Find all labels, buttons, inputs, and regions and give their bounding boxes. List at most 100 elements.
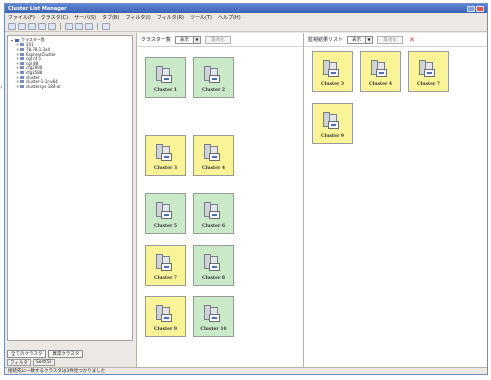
menu-server[interactable]: サーバ(S) — [74, 14, 96, 21]
status-text: 接続先に一致するクラスタは3件見つかりました — [8, 369, 106, 374]
server-icon — [204, 144, 223, 162]
title-bar: Cluster List Manager — [5, 4, 487, 13]
cluster-node-icon — [20, 43, 24, 47]
server-icon — [204, 305, 223, 323]
cluster-card[interactable]: Cluster 10 — [193, 296, 234, 337]
status-bar: 接続先に一致するクラスタは3件見つかりました — [5, 367, 487, 374]
cluster-list-panel: クラスター覧 表示 ▼ 最適化 Cluster 1 Cluster 2 Clus… — [137, 33, 304, 367]
menu-tab[interactable]: タブ(B) — [102, 14, 119, 21]
menu-filter[interactable]: フィルタ(I) — [125, 14, 150, 21]
cluster-card-label: Cluster 4 — [201, 166, 226, 171]
cluster-card[interactable]: Cluster 7 — [145, 245, 186, 286]
cluster-node-icon — [20, 84, 24, 88]
server-icon — [204, 66, 223, 84]
monitor-card[interactable]: Cluster 3 — [312, 51, 353, 92]
cluster-card[interactable]: Cluster 6 — [193, 193, 234, 234]
cluster-card[interactable]: Cluster 9 — [145, 296, 186, 337]
cluster-icon[interactable] — [8, 23, 16, 30]
cluster-card[interactable]: Cluster 1 — [145, 57, 186, 98]
server-icon — [371, 60, 390, 78]
menu-filter-2[interactable]: フィルタ(R) — [157, 14, 184, 21]
cluster-card[interactable]: Cluster 3 — [145, 135, 186, 176]
cluster-card[interactable]: Cluster 2 — [193, 57, 234, 98]
close-panel-icon[interactable]: ✕ — [409, 36, 415, 44]
toolbar — [5, 22, 487, 32]
tree-tabs: 全てのクラスタ 異常クラスタ — [7, 350, 84, 358]
minimize-button[interactable] — [467, 5, 475, 12]
filter-bar: フィルタ Sort(S) — [7, 359, 55, 366]
window-title: Cluster List Manager — [8, 5, 67, 12]
cluster-card[interactable]: Cluster 5 — [145, 193, 186, 234]
cluster-node-icon — [20, 61, 24, 65]
toolbar-separator — [60, 23, 61, 30]
cluster-view-dropdown[interactable]: 表示 ▼ — [174, 35, 201, 44]
monitor-result-title: 監視結果リスト — [308, 37, 344, 43]
remove-icon[interactable] — [38, 23, 46, 30]
cluster-list-title: クラスター覧 — [141, 37, 171, 43]
monitor-optimize-button[interactable]: 最適化 — [377, 35, 404, 44]
window-controls — [467, 5, 484, 12]
settings-icon[interactable] — [85, 23, 93, 30]
refresh-icon[interactable] — [48, 23, 56, 30]
cluster-list-header: クラスター覧 表示 ▼ 最適化 — [137, 33, 303, 47]
close-button[interactable] — [476, 5, 484, 12]
monitor-view-dropdown[interactable]: 表示 ▼ — [347, 35, 374, 44]
menu-file[interactable]: ファイル(F) — [8, 14, 35, 21]
cluster-node-icon — [20, 47, 24, 51]
cluster-card-label: Cluster 3 — [153, 166, 178, 171]
monitor-result-header: 監視結果リスト 表示 ▼ 最適化 ✕ — [304, 33, 487, 47]
cluster-card-label: Cluster 8 — [201, 276, 226, 281]
menu-cluster[interactable]: クラスタ(C) — [41, 14, 68, 21]
menu-bar: ファイル(F) クラスタ(C) サーバ(S) タブ(B) フィルタ(I) フィル… — [5, 13, 487, 22]
tree-item[interactable]: + clustersyv-184-ol — [11, 84, 129, 89]
add-icon[interactable] — [28, 23, 36, 30]
cluster-card-label: Cluster 7 — [153, 276, 178, 281]
cluster-card-label: Cluster 9 — [153, 327, 178, 332]
server-icon — [204, 202, 223, 220]
toolbar-separator — [97, 23, 98, 30]
monitor-card[interactable]: Cluster 9 — [312, 103, 353, 144]
server-icon — [156, 305, 175, 323]
chevron-down-icon[interactable]: ▼ — [365, 36, 373, 43]
network-icon[interactable] — [75, 23, 83, 30]
cluster-card-label: Cluster 1 — [153, 88, 178, 93]
cluster-node-icon — [20, 52, 24, 56]
connect-icon[interactable] — [65, 23, 73, 30]
sort-button[interactable]: Sort(S) — [32, 359, 55, 366]
server-icon — [156, 202, 175, 220]
cluster-card[interactable]: Cluster 8 — [193, 245, 234, 286]
chevron-down-icon[interactable]: ▼ — [192, 36, 200, 43]
filter-button[interactable]: フィルタ — [7, 359, 31, 366]
tree-pane: ▾ クラスター覧 +101 +78.78.1.3x4 + ExpressClust… — [5, 33, 137, 367]
main-window: Cluster List Manager ファイル(F) クラスタ(C) サーバ… — [4, 3, 488, 375]
cluster-node-icon — [20, 70, 24, 74]
cluster-tree[interactable]: ▾ クラスター覧 +101 +78.78.1.3x4 + ExpressClust… — [7, 35, 133, 341]
server-icon — [156, 144, 175, 162]
cluster-card[interactable]: Cluster 4 — [193, 135, 234, 176]
dropdown-value: 表示 — [352, 37, 362, 43]
folder-icon — [15, 38, 19, 42]
monitor-card-label: Cluster 3 — [320, 82, 345, 87]
monitor-card[interactable]: Cluster 7 — [408, 51, 449, 92]
server-icon — [419, 60, 438, 78]
tab-all-clusters[interactable]: 全てのクラスタ — [7, 350, 47, 358]
menu-tools[interactable]: ツール(T) — [190, 14, 212, 21]
cursor-icon: › — [0, 84, 3, 91]
menu-help[interactable]: ヘルプ(H) — [218, 14, 241, 21]
cluster-node-icon — [20, 80, 24, 84]
cluster-card-label: Cluster 2 — [201, 88, 226, 93]
server-icon — [204, 254, 223, 272]
monitor-result-panel: 監視結果リスト 表示 ▼ 最適化 ✕ Cluster 3 Cluster 4 C… — [304, 33, 487, 367]
tree-item-label: clustersyv-184-ol — [26, 83, 61, 89]
monitor-icon[interactable] — [102, 23, 110, 30]
cluster-node-icon — [20, 57, 24, 61]
cluster-optimize-button[interactable]: 最適化 — [204, 35, 231, 44]
cluster-node-icon — [20, 66, 24, 70]
monitor-card-label: Cluster 4 — [368, 82, 393, 87]
cluster-card-label: Cluster 5 — [153, 224, 178, 229]
cluster-card-label: Cluster 6 — [201, 224, 226, 229]
monitor-card[interactable]: Cluster 4 — [360, 51, 401, 92]
server-icon[interactable] — [18, 23, 26, 30]
tab-abnormal-clusters[interactable]: 異常クラスタ — [48, 350, 84, 358]
monitor-card-label: Cluster 9 — [320, 134, 345, 139]
